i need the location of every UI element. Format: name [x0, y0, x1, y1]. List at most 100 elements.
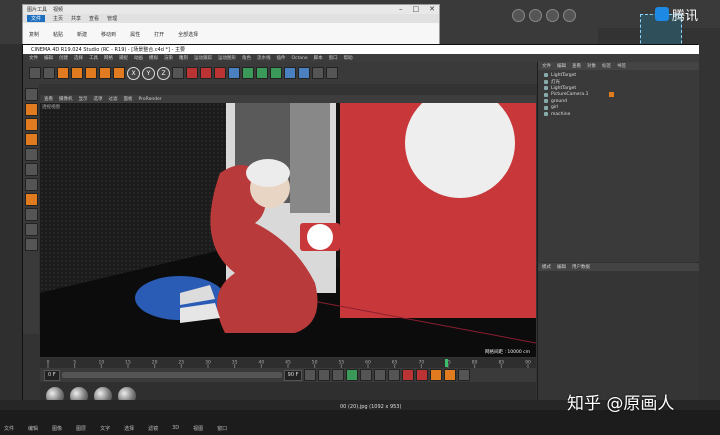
prev-key-icon[interactable] — [318, 369, 331, 381]
close-icon[interactable]: ✕ — [429, 5, 435, 13]
ribbon-new[interactable]: 新建 — [77, 31, 87, 38]
environment-icon[interactable] — [298, 67, 310, 79]
timeline-ruler[interactable]: 051015202530354045505560657075808590 — [40, 358, 536, 368]
coordinate-system-icon[interactable] — [172, 67, 184, 79]
settings-icon[interactable] — [529, 8, 542, 22]
om-tab-file[interactable]: 文件 — [542, 63, 551, 69]
tab-home[interactable]: 主页 — [53, 15, 63, 22]
make-editable-icon[interactable] — [24, 88, 38, 101]
texture-mode-icon[interactable] — [24, 118, 38, 131]
tab-file[interactable]: 文件 — [27, 15, 46, 22]
menu-sculpt[interactable]: 雕刻 — [179, 55, 188, 61]
minimize-icon[interactable]: – — [399, 5, 403, 13]
menu-motion-tracker[interactable]: 运动跟踪 — [194, 55, 212, 61]
ribbon-open[interactable]: 打开 — [154, 31, 164, 38]
z-axis-toggle[interactable]: Z — [157, 66, 170, 80]
maximize-icon[interactable]: □ — [413, 5, 420, 13]
x-axis-toggle[interactable]: X — [127, 66, 140, 80]
playback-settings-icon[interactable] — [458, 369, 471, 381]
host-menu-window[interactable]: 窗口 — [217, 425, 227, 432]
play-icon[interactable] — [346, 369, 359, 381]
rotate-icon[interactable] — [99, 67, 111, 79]
tab-view[interactable]: 查看 — [89, 15, 99, 22]
menu-render[interactable]: 渲染 — [164, 55, 173, 61]
menu-plugins[interactable]: 插件 — [277, 55, 286, 61]
vp-menu-filter[interactable]: 过滤 — [109, 96, 118, 102]
tweak-mode-icon[interactable] — [24, 208, 38, 221]
next-frame-icon[interactable] — [360, 369, 373, 381]
ribbon-move[interactable]: 移动到 — [101, 31, 116, 38]
menu-window[interactable]: 窗口 — [329, 55, 338, 61]
menu-animate[interactable]: 动画 — [134, 55, 143, 61]
color-icon[interactable] — [563, 8, 576, 22]
select-icon[interactable] — [57, 67, 69, 79]
host-menu-filter[interactable]: 滤镜 — [148, 425, 158, 432]
next-key-icon[interactable] — [374, 369, 387, 381]
vp-menu-panel[interactable]: 面板 — [124, 96, 133, 102]
host-menu-image[interactable]: 图像 — [52, 425, 62, 432]
axis-mode-icon[interactable] — [24, 193, 38, 206]
menu-character[interactable]: 角色 — [242, 55, 251, 61]
light-icon[interactable] — [326, 67, 338, 79]
lock-workplane-icon[interactable] — [24, 238, 38, 251]
menu-mograph[interactable]: 运动图形 — [218, 55, 236, 61]
record-key-icon[interactable] — [402, 369, 415, 381]
menu-edit[interactable]: 编辑 — [44, 55, 53, 61]
object-item[interactable]: machine — [538, 111, 699, 118]
autokey-icon[interactable] — [416, 369, 429, 381]
array-icon[interactable] — [270, 67, 282, 79]
end-frame-field[interactable]: 90 F — [283, 369, 303, 381]
model-mode-icon[interactable] — [24, 103, 38, 116]
ribbon-copy[interactable]: 复制 — [29, 31, 39, 38]
vp-menu-options[interactable]: 选项 — [94, 96, 103, 102]
workplane-icon[interactable] — [24, 133, 38, 146]
key-position-icon[interactable] — [430, 369, 443, 381]
polygons-mode-icon[interactable] — [24, 178, 38, 191]
render-settings-icon[interactable] — [214, 67, 226, 79]
range-slider[interactable] — [61, 372, 282, 378]
vp-menu-cameras[interactable]: 摄像机 — [59, 96, 73, 102]
menu-octane[interactable]: Octane — [292, 56, 308, 61]
host-menu-type[interactable]: 文字 — [100, 425, 110, 432]
menu-help[interactable]: 帮助 — [344, 55, 353, 61]
playhead[interactable] — [445, 359, 448, 367]
undo-icon[interactable] — [29, 67, 41, 79]
subdivision-icon[interactable] — [256, 67, 268, 79]
host-menu-select[interactable]: 选择 — [124, 425, 134, 432]
vp-menu-prorender[interactable]: ProRender — [139, 97, 162, 102]
edges-mode-icon[interactable] — [24, 163, 38, 176]
points-mode-icon[interactable] — [24, 148, 38, 161]
om-tab-edit[interactable]: 编辑 — [557, 63, 566, 69]
menu-script[interactable]: 脚本 — [314, 55, 323, 61]
host-menu-view[interactable]: 视图 — [193, 425, 203, 432]
brightness-icon[interactable] — [546, 8, 559, 22]
vp-menu-view[interactable]: 查看 — [44, 96, 53, 102]
host-menu-layer[interactable]: 图层 — [76, 425, 86, 432]
recent-tool-icon[interactable] — [113, 67, 125, 79]
deformer-icon[interactable] — [284, 67, 296, 79]
cube-icon[interactable] — [228, 67, 240, 79]
attr-tab-userdata[interactable]: 用户数据 — [572, 264, 590, 270]
tab-share[interactable]: 共享 — [71, 15, 81, 22]
scale-icon[interactable] — [85, 67, 97, 79]
3d-viewport[interactable]: 透视视图 网格间距 : 10000 cm — [40, 103, 536, 357]
start-frame-field[interactable]: 0 F — [44, 369, 60, 381]
attr-tab-mode[interactable]: 模式 — [542, 264, 551, 270]
om-tab-bookmarks[interactable]: 书签 — [617, 63, 626, 69]
render-to-picture-viewer-icon[interactable] — [200, 67, 212, 79]
ribbon-paste[interactable]: 粘贴 — [53, 31, 63, 38]
y-axis-toggle[interactable]: Y — [142, 66, 155, 80]
host-menu-edit[interactable]: 编辑 — [28, 425, 38, 432]
host-menu-3d[interactable]: 3D — [172, 425, 179, 431]
tag-icon[interactable] — [609, 92, 615, 98]
menu-snap[interactable]: 捕捉 — [119, 55, 128, 61]
move-icon[interactable] — [71, 67, 83, 79]
menu-simulate[interactable]: 模拟 — [149, 55, 158, 61]
redo-icon[interactable] — [43, 67, 55, 79]
menu-pipeline[interactable]: 流水线 — [257, 55, 271, 61]
menu-mesh[interactable]: 网格 — [104, 55, 113, 61]
om-tab-objects[interactable]: 对象 — [587, 63, 596, 69]
goto-end-icon[interactable] — [388, 369, 401, 381]
om-tab-tags[interactable]: 标签 — [602, 63, 611, 69]
snap-icon[interactable] — [24, 223, 38, 236]
